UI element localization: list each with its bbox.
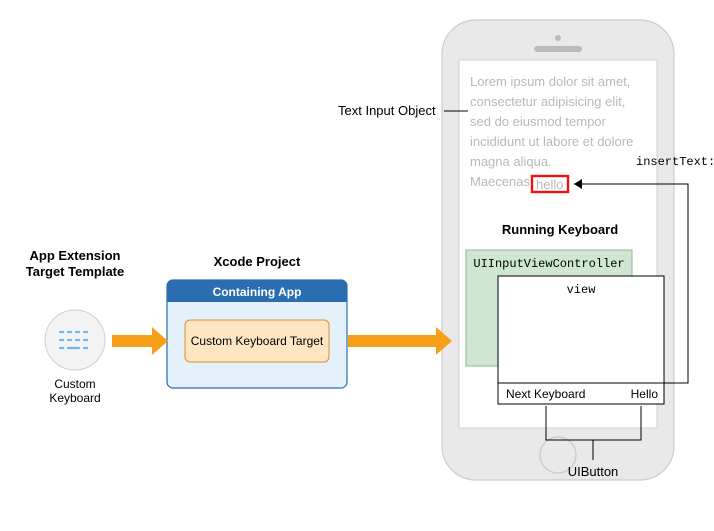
running-keyboard-heading: Running Keyboard xyxy=(502,222,618,237)
flow-arrow-1 xyxy=(112,327,168,355)
lorem-line-1: Lorem ipsum dolor sit amet, xyxy=(470,74,630,89)
keyboard-template-icon: Custom Keyboard xyxy=(45,310,105,405)
containing-app-title: Containing App xyxy=(213,285,302,299)
template-heading-l2: Target Template xyxy=(26,264,124,279)
svg-text:UIButton: UIButton xyxy=(568,464,619,479)
lorem-line-2: consectetur adipisicing elit, xyxy=(470,94,625,109)
flow-arrow-2 xyxy=(348,327,452,355)
lorem-line-4: incididunt ut labore et dolore xyxy=(470,134,633,149)
inserted-hello-text: hello xyxy=(536,177,563,192)
view-box: view Next Keyboard Hello xyxy=(498,276,664,404)
template-heading-l1: App Extension xyxy=(29,248,120,263)
lorem-line-3: sed do eiusmod tempor xyxy=(470,114,607,129)
svg-text:insertText:: insertText: xyxy=(636,155,714,169)
hello-button-text: Hello xyxy=(631,387,659,401)
next-keyboard-button-text: Next Keyboard xyxy=(506,387,585,401)
lorem-line-5: magna aliqua. xyxy=(470,154,552,169)
keyboard-template-label-l2: Keyboard xyxy=(49,391,100,405)
view-label: view xyxy=(567,283,597,297)
lorem-line-6: Maecenas xyxy=(470,174,530,189)
input-view-controller-label: UIInputViewController xyxy=(473,257,624,271)
containing-app-panel: Containing App Custom Keyboard Target xyxy=(167,280,347,388)
custom-keyboard-target-label: Custom Keyboard Target xyxy=(191,334,324,348)
svg-text:Text Input Object: Text Input Object xyxy=(338,103,436,118)
xcode-project-heading: Xcode Project xyxy=(214,254,301,269)
keyboard-template-label-l1: Custom xyxy=(54,377,95,391)
